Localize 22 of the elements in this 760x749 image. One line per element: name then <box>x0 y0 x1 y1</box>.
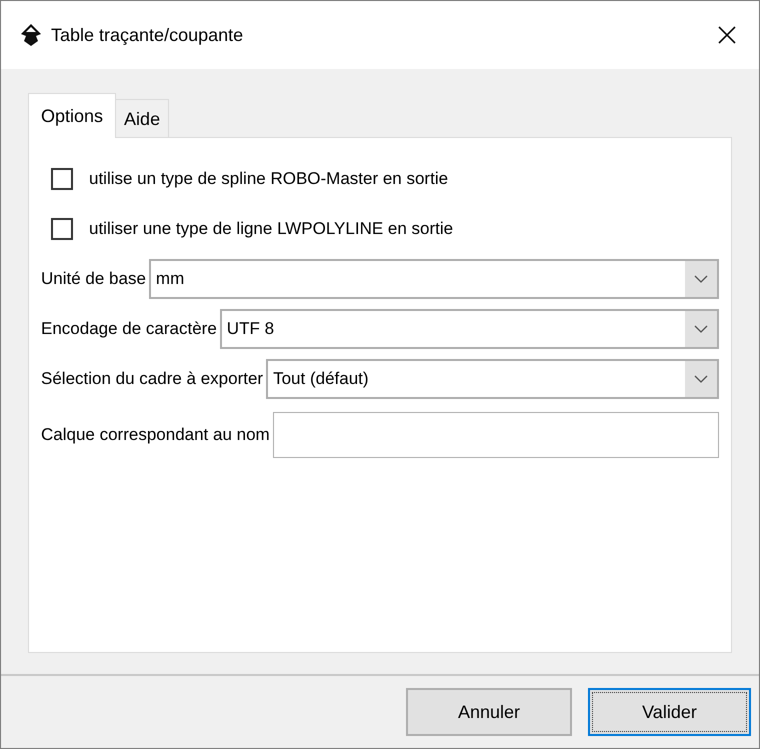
field-label: Calque correspondant au nom <box>41 424 270 446</box>
chevron-down-icon <box>694 275 708 283</box>
tab[interactable]: Options <box>28 93 116 138</box>
dialog-button[interactable]: Annuler <box>406 688 572 736</box>
dropdown[interactable]: Tout (défaut) <box>266 359 719 399</box>
chevron-down-icon <box>694 325 708 333</box>
field-label: Sélection du cadre à exporter <box>41 368 264 390</box>
tab[interactable]: Aide <box>116 99 170 138</box>
field-label: Unité de base <box>41 268 146 290</box>
checkbox-label: utiliser une type de ligne LWPOLYLINE en sortie <box>89 218 454 240</box>
close-icon[interactable] <box>717 25 737 45</box>
dropdown[interactable]: UTF 8 <box>220 309 719 349</box>
input-field[interactable] <box>272 412 719 458</box>
app-logo-icon <box>19 23 43 47</box>
checkbox-label: utilise un type de spline ROBO-Master en sortie <box>89 168 448 190</box>
field-label: Encodage de caractère <box>41 318 217 340</box>
checkbox[interactable] <box>51 218 73 240</box>
chevron-down-icon <box>694 375 708 383</box>
dialog-button[interactable]: Valider <box>588 688 751 736</box>
window-title: Table traçante/coupante <box>51 24 244 47</box>
dropdown[interactable]: mm <box>148 259 719 299</box>
checkbox[interactable] <box>51 168 73 190</box>
